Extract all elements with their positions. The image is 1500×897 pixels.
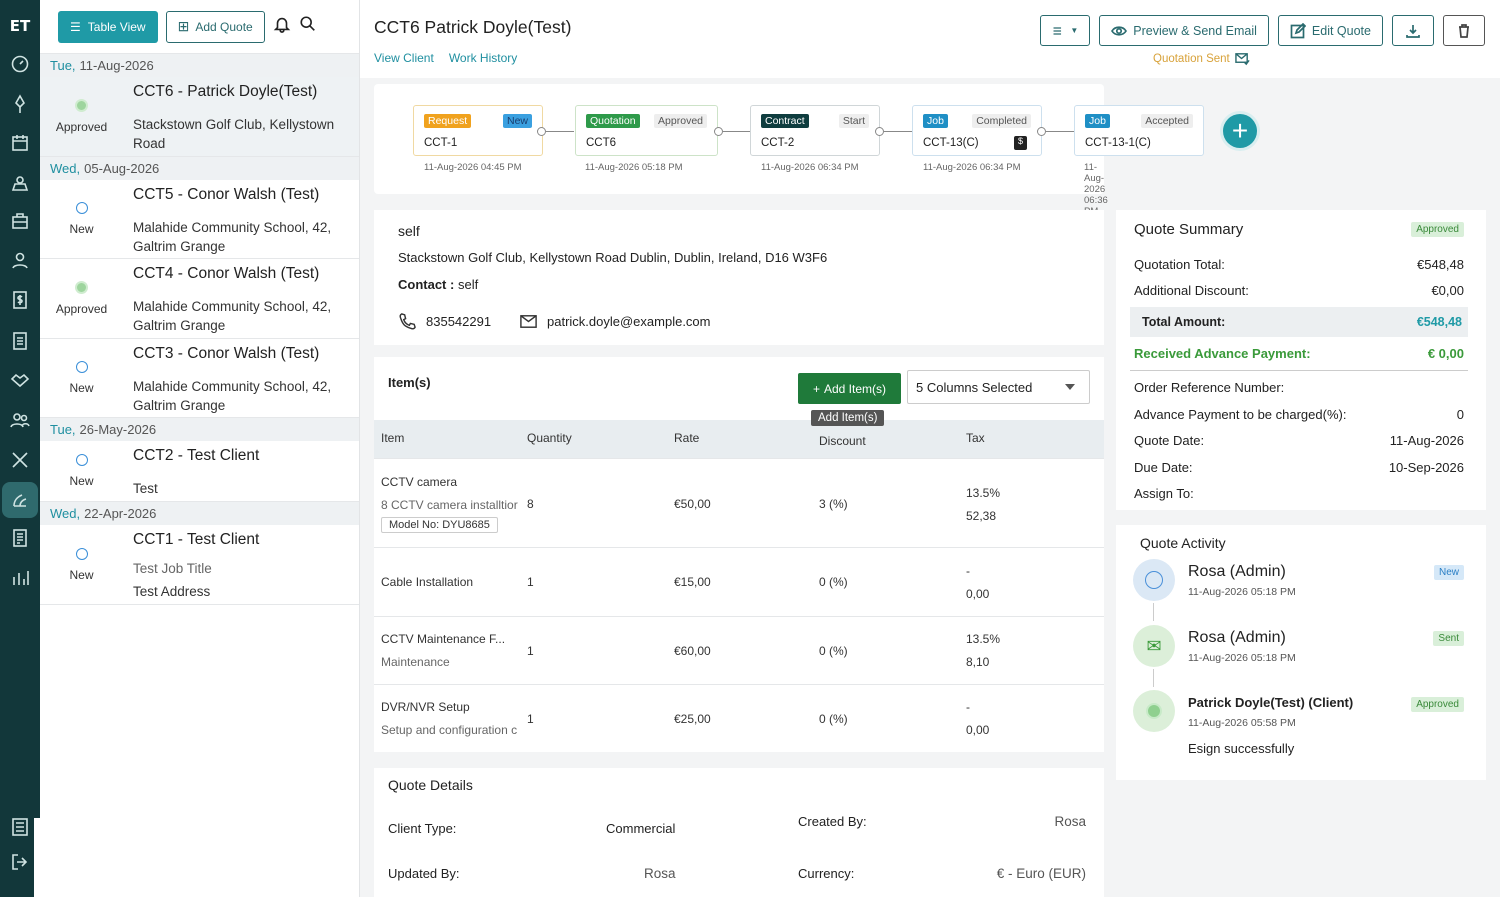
reports-icon[interactable] — [6, 564, 34, 592]
quote-list-panel: ☰ Table View ⊞ Add Quote Tue, 11-Aug-2026 A… — [40, 0, 360, 897]
table-row[interactable]: CCTV Maintenance F... Maintenance 1 €60,… — [374, 616, 1104, 684]
list-item[interactable]: New CCT1 - Test Client Test Job Title Test… — [40, 525, 359, 605]
workflow-step-request[interactable]: Request New CCT-1 — [413, 105, 543, 156]
status-badge: Approved — [1411, 222, 1464, 237]
menu-dropdown-button[interactable]: ▼ — [1040, 15, 1091, 46]
work-history-link[interactable]: Work History — [449, 51, 517, 65]
list-item[interactable]: Approved CCT6 - Patrick Doyle(Test) Stack… — [40, 77, 359, 157]
add-quote-button[interactable]: ⊞ Add Quote — [165, 10, 265, 43]
list-item[interactable]: New CCT5 - Conor Walsh (Test) Malahide Co… — [40, 180, 359, 259]
total-amount-row: Total Amount: €548,48 — [1130, 307, 1468, 337]
mail-icon — [520, 315, 537, 328]
tools-icon[interactable] — [6, 446, 34, 474]
logout-icon[interactable] — [6, 848, 34, 876]
invoice-alert-icon: $ — [1014, 136, 1027, 150]
workflow-timeline: Request New CCT-1 11-Aug-2026 04:45 PM Q… — [374, 84, 1204, 217]
invoice-icon[interactable] — [6, 524, 34, 552]
workflow-step-quotation[interactable]: Quotation Approved CCT6 — [575, 105, 718, 156]
new-status-icon — [75, 454, 88, 466]
table-view-button[interactable]: ☰ Table View — [58, 10, 158, 43]
new-status-icon — [75, 202, 88, 214]
calendar-icon[interactable] — [6, 129, 34, 157]
list-toolbar: ☰ Table View ⊞ Add Quote — [40, 0, 359, 54]
app-logo: ET — [9, 17, 31, 35]
date-header: Tue, 11-Aug-2026 — [40, 54, 359, 77]
settings-list-icon[interactable] — [6, 813, 34, 841]
pin-icon[interactable] — [6, 90, 34, 118]
list-item[interactable]: New CCT2 - Test Client Test — [40, 441, 359, 502]
date-header: Wed, 05-Aug-2026 — [40, 157, 359, 180]
dashboard-icon[interactable] — [6, 50, 34, 78]
add-doc-icon: ⊞ — [177, 18, 190, 34]
dollar-icon[interactable] — [6, 286, 34, 314]
delete-button[interactable] — [1443, 15, 1485, 46]
handshake-icon[interactable] — [6, 366, 34, 394]
map-marker-icon[interactable] — [6, 168, 34, 196]
workflow-step-job[interactable]: Job Completed CCT-13(C) $ — [912, 105, 1042, 156]
table-row[interactable]: DVR/NVR Setup Setup and configuration c … — [374, 684, 1104, 752]
briefcase-icon[interactable] — [6, 207, 34, 235]
team-icon[interactable] — [6, 406, 34, 434]
client-info-card: self Stackstown Golf Club, Kellystown Ro… — [374, 210, 1104, 345]
table-row[interactable]: CCTV camera 8 CCTV camera installtior Mo… — [374, 458, 1104, 547]
download-icon — [1406, 24, 1420, 38]
trash-icon — [1459, 23, 1469, 38]
document-icon[interactable] — [6, 327, 34, 355]
list-item[interactable]: New CCT3 - Conor Walsh (Test) Malahide Co… — [40, 339, 359, 418]
eye-icon — [1111, 25, 1128, 36]
edit-icon — [1290, 22, 1306, 38]
new-status-icon — [75, 361, 88, 373]
bell-icon[interactable] — [273, 15, 291, 38]
quote-summary-card: Quote Summary Approved Quotation Total: €… — [1116, 210, 1486, 510]
quotes-icon[interactable] — [2, 482, 38, 518]
workflow-step-job-2[interactable]: Job Accepted CCT-13-1(C) — [1074, 105, 1204, 156]
new-status-icon — [75, 547, 88, 560]
phone-icon — [399, 313, 416, 330]
workflow-step-contract[interactable]: Contract Start CCT-2 — [750, 105, 880, 156]
view-client-link[interactable]: View Client — [374, 51, 434, 65]
table-row[interactable]: Cable Installation 1 €15,00 0 (%) - 0,00 — [374, 547, 1104, 616]
quote-detail-main: CCT6 Patrick Doyle(Test) View Client Wor… — [360, 0, 1500, 897]
user-icon[interactable] — [6, 246, 34, 274]
mail-check-icon — [1234, 53, 1250, 66]
columns-select[interactable]: 5 Columns Selected — [907, 370, 1090, 404]
list-item[interactable]: Approved CCT4 - Conor Walsh (Test) Malahi… — [40, 259, 359, 339]
add-items-tooltip: Add Item(s) — [811, 410, 885, 426]
detail-header: CCT6 Patrick Doyle(Test) View Client Wor… — [360, 0, 1500, 78]
menu-icon — [1053, 26, 1062, 35]
add-items-button[interactable]: + Add Item(s) — [798, 373, 901, 404]
chevron-down-icon — [1065, 384, 1075, 390]
avatar — [1133, 559, 1175, 601]
preview-send-email-button[interactable]: Preview & Send Email — [1099, 15, 1269, 46]
quote-activity-card: Quote Activity Rosa (Admin) 11-Aug-2026 … — [1116, 525, 1486, 780]
mail-check-icon: ✉ — [1133, 625, 1175, 667]
quotation-sent-status: Quotation Sent — [1153, 51, 1250, 66]
date-header: Tue, 26-May-2026 — [40, 418, 359, 441]
quote-details-card: Quote Details Client Type: Commercial Cr… — [374, 768, 1104, 897]
esign-icon — [1133, 690, 1175, 732]
filter-icon: ☰ — [70, 19, 81, 34]
approved-status-icon — [75, 99, 88, 112]
left-rail: ET — [0, 0, 40, 897]
date-header: Wed, 22-Apr-2026 — [40, 502, 359, 525]
phone[interactable]: 835542291 — [398, 312, 491, 331]
edit-quote-button[interactable]: Edit Quote — [1277, 15, 1383, 46]
download-button[interactable] — [1392, 15, 1434, 46]
email[interactable]: patrick.doyle@example.com — [519, 312, 710, 331]
items-table-header: Item Quantity Rate Discount Tax — [374, 420, 1104, 458]
items-card: Item(s) + Add Item(s) Add Item(s) 5 Colum… — [374, 357, 1104, 752]
approved-status-icon — [75, 281, 88, 294]
search-icon[interactable] — [299, 15, 317, 38]
page-title: CCT6 Patrick Doyle(Test) — [374, 17, 572, 37]
add-workflow-button[interactable]: + — [1223, 114, 1257, 148]
circle-icon — [1145, 571, 1163, 589]
